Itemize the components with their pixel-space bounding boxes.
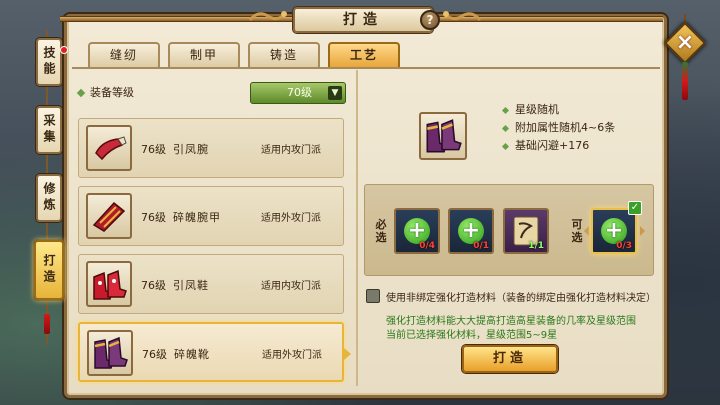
boots-icon — [87, 330, 133, 376]
attribute-text: 星级随机 — [515, 103, 559, 116]
item-name: 碎魄腕甲 — [173, 211, 221, 224]
boots-icon — [419, 112, 467, 160]
attribute-line: 基础闪避+176 — [501, 137, 590, 153]
equipment-level-text: 装备等级 — [90, 86, 134, 99]
side-tab-label: 采集 — [42, 114, 56, 146]
panel-divider — [356, 70, 358, 386]
list-item[interactable]: 76级 引凤腕 适用内攻门派 — [78, 118, 344, 178]
equipment-level-label: 装备等级 — [76, 84, 134, 100]
armguard-icon — [86, 193, 132, 239]
side-tab-craft[interactable]: 打造 — [34, 240, 64, 300]
unbound-material-label: 使用非绑定强化打造材料（装备的绑定由强化打造材料决定） — [386, 293, 656, 304]
bracer-icon — [86, 125, 132, 171]
bullet-icon — [501, 124, 510, 132]
side-tab-skills[interactable]: 技能 — [36, 38, 62, 86]
tab-armor[interactable]: 制甲 — [168, 42, 240, 67]
tassel-decoration — [682, 62, 688, 100]
side-tab-label: 技能 — [42, 46, 56, 78]
help-icon[interactable]: ? — [420, 10, 440, 30]
star-range-text: 当前已选择强化材料，星级范围5~9星 — [386, 330, 558, 341]
notification-badge — [60, 46, 68, 54]
item-name: 引凤腕 — [173, 143, 209, 156]
tab-casting[interactable]: 铸造 — [248, 42, 320, 67]
item-school: 适用内攻门派 — [261, 145, 321, 156]
material-slot[interactable]: + 0/4 — [394, 208, 440, 254]
side-tab-label: 打造 — [42, 254, 56, 286]
hint-text: 强化打造材料能大大提高打造高星装备的几率及星级范围 — [386, 316, 636, 327]
craft-button[interactable]: 打造 — [462, 345, 558, 373]
material-slot[interactable]: + 0/1 — [448, 208, 494, 254]
shoes-icon — [86, 261, 132, 307]
page-title: 打造 — [293, 7, 433, 33]
optional-label: 可选 — [571, 218, 583, 244]
item-name: 引凤鞋 — [173, 279, 209, 292]
side-tab-label: 修炼 — [42, 182, 56, 214]
item-level: 76级 — [142, 348, 167, 361]
list-item[interactable]: 76级 引凤鞋 适用内攻门派 — [78, 254, 344, 314]
side-tab-cultivate[interactable]: 修炼 — [36, 174, 62, 222]
tab-underline — [72, 67, 660, 69]
check-icon: ✓ — [628, 201, 642, 215]
item-school: 适用外攻门派 — [262, 350, 322, 361]
list-item-selected[interactable]: 76级 碎魄靴 适用外攻门派 — [78, 322, 344, 382]
selection-arrow-icon — [344, 348, 351, 360]
item-school: 适用内攻门派 — [261, 281, 321, 292]
material-slot[interactable]: 1/1 — [503, 208, 549, 254]
side-tab-gather[interactable]: 采集 — [36, 106, 62, 154]
item-level: 76级 — [141, 279, 166, 292]
arrow-left-icon — [584, 226, 589, 236]
bullet-icon — [76, 88, 86, 98]
level-dropdown-value: 70级 — [287, 86, 312, 99]
unbound-material-checkbox[interactable] — [366, 289, 380, 303]
tassel-decoration — [44, 314, 50, 334]
attribute-line: 附加属性随机4~6条 — [501, 119, 616, 135]
attribute-text: 附加属性随机4~6条 — [515, 121, 616, 134]
material-count: 0/4 — [419, 241, 435, 251]
required-label: 必选 — [375, 218, 387, 244]
item-level: 76级 — [141, 211, 166, 224]
attribute-line: 星级随机 — [501, 101, 559, 117]
arrow-right-icon — [640, 226, 645, 236]
dragon-ornament-right-icon — [443, 11, 482, 21]
tab-craftwork[interactable]: 工艺 — [328, 42, 400, 67]
level-dropdown[interactable]: 70级 ▼ — [250, 82, 346, 104]
close-icon: × — [675, 30, 695, 55]
list-item[interactable]: 76级 碎魄腕甲 适用外攻门派 — [78, 186, 344, 246]
attribute-text: 基础闪避+176 — [515, 139, 590, 152]
item-school: 适用外攻门派 — [261, 213, 321, 224]
material-count: 0/1 — [473, 241, 489, 251]
item-level: 76级 — [141, 143, 166, 156]
bullet-icon — [501, 106, 510, 114]
chevron-down-icon: ▼ — [328, 86, 342, 100]
bullet-icon — [501, 142, 510, 150]
material-count: 0/3 — [616, 241, 632, 251]
dragon-ornament-left-icon — [248, 11, 287, 21]
item-name: 碎魄靴 — [174, 348, 210, 361]
material-count: 1/1 — [528, 241, 544, 251]
tab-sewing[interactable]: 缝纫 — [88, 42, 160, 67]
